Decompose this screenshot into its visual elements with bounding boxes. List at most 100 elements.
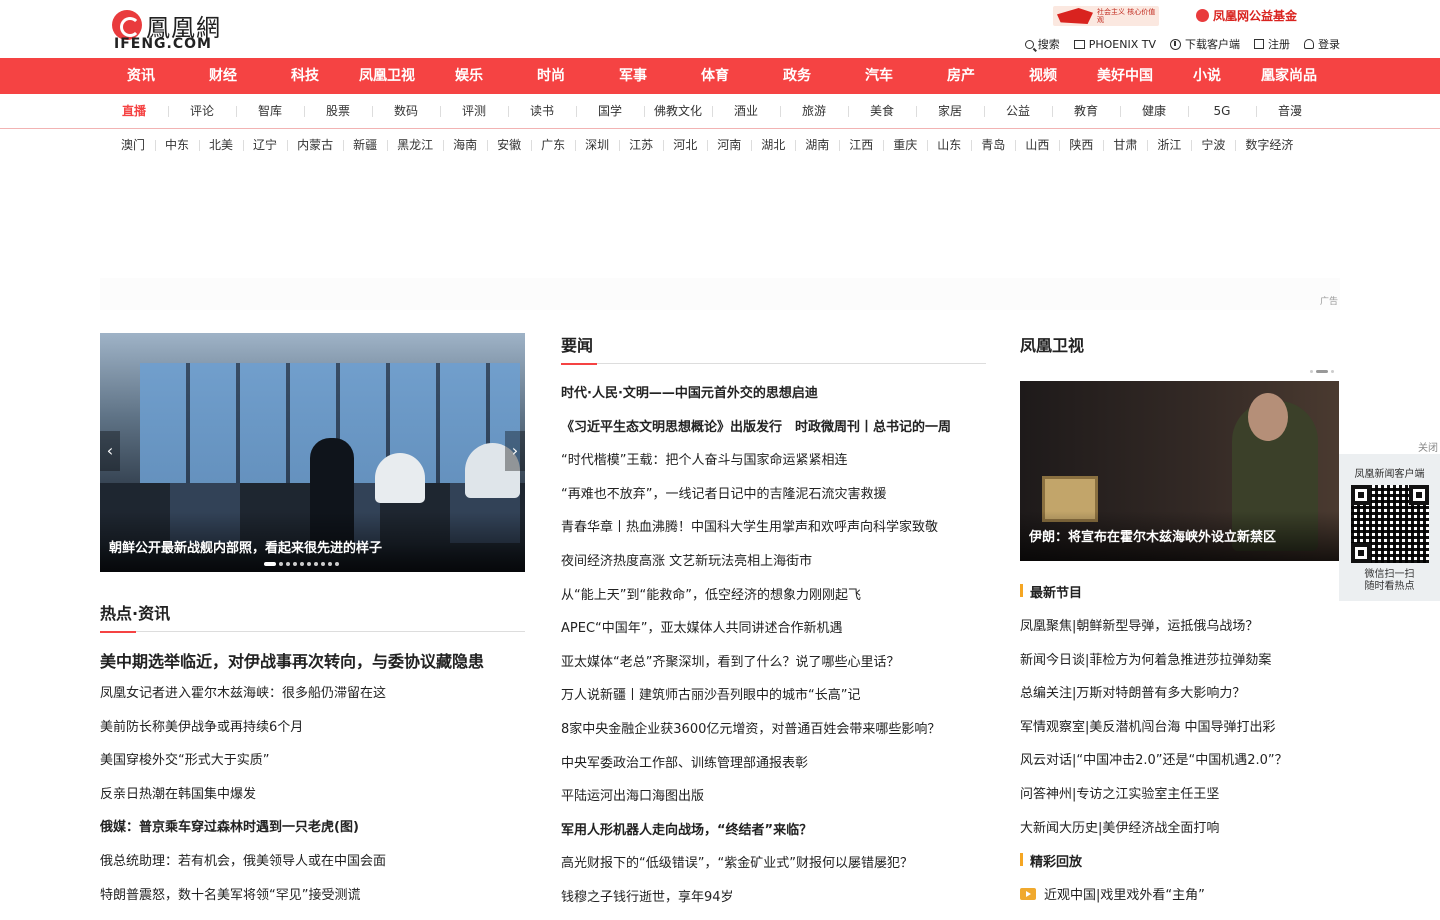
sub-nav-item[interactable]: 5G (1188, 94, 1256, 128)
phoenix-tv-video[interactable]: 伊朗：将宣布在霍尔木兹海峡外设立新禁区 (1020, 381, 1339, 561)
main-nav-item[interactable]: 汽车 (838, 58, 920, 94)
news-item[interactable]: 总编关注|万斯对特朗普有多大影响力？ (1020, 682, 1339, 716)
news-item[interactable]: APEC“中国年”，亚太媒体人共同讲述合作新机遇 (561, 617, 986, 651)
sub-nav-item[interactable]: 数码 (372, 94, 440, 128)
replay-item[interactable]: 近观中国|戏里戏外看“主角” (1020, 884, 1339, 918)
sub-nav-item[interactable]: 旅游 (780, 94, 848, 128)
news-item[interactable]: 特朗普震怒，数十名美军将领“罕见”接受测谎 (100, 884, 525, 918)
news-item[interactable]: 凤凰女记者进入霍尔木兹海峡：很多船仍滞留在这 (100, 682, 525, 716)
news-item[interactable]: 新闻今日谈|菲检方为何着急推进莎拉弹劾案 (1020, 649, 1339, 683)
sub-nav-item[interactable]: 评测 (440, 94, 508, 128)
sub-nav-item[interactable]: 读书 (508, 94, 576, 128)
carousel-dot-active[interactable] (1316, 370, 1328, 373)
region-nav-item[interactable]: 中东 (155, 130, 199, 160)
main-nav-item[interactable]: 娱乐 (428, 58, 510, 94)
carousel-dot[interactable] (1331, 370, 1334, 373)
ifeng-logo[interactable]: 鳳凰網 IFENG.COM (112, 8, 242, 54)
core-values-banner[interactable]: 社会主义 核心价值观 (1053, 6, 1159, 26)
sub-nav-item[interactable]: 直播 (100, 94, 168, 128)
region-nav-item[interactable]: 河北 (663, 130, 707, 160)
news-item[interactable]: 从“能上天”到“能救命”，低空经济的想象力刚刚起飞 (561, 584, 986, 618)
news-item[interactable]: 平陆运河出海口海图出版 (561, 785, 986, 819)
news-item[interactable]: 8家中央金融企业获3600亿元增资，对普通百姓会带来哪些影响？ (561, 718, 986, 752)
region-nav-item[interactable]: 黑龙江 (387, 130, 443, 160)
main-nav-item[interactable]: 资讯 (100, 58, 182, 94)
toolbar-item-tv[interactable]: PHOENIX TV (1073, 36, 1156, 52)
news-item[interactable]: 万人说新疆丨建筑师古丽沙吾列眼中的城市“长高”记 (561, 684, 986, 718)
headline-slider[interactable]: ‹ › 朝鲜公开最新战舰内部照，看起来很先进的样子 (100, 333, 525, 572)
main-nav-item[interactable]: 美好中国 (1084, 58, 1166, 94)
sub-nav-item[interactable]: 家居 (916, 94, 984, 128)
news-item[interactable]: 军情观察室|美反潜机闯台海 中国导弹打出彩 (1020, 716, 1339, 750)
charity-fund-link[interactable]: 凤凰网公益基金 (1196, 7, 1297, 24)
news-item[interactable]: 凤凰聚焦|朝鲜新型导弹，运抵俄乌战场？ (1020, 615, 1339, 649)
slider-dot[interactable] (264, 562, 276, 566)
region-nav-item[interactable]: 江西 (839, 130, 883, 160)
region-nav-item[interactable]: 河南 (707, 130, 751, 160)
region-nav-item[interactable]: 浙江 (1147, 130, 1191, 160)
carousel-dot[interactable] (1310, 370, 1313, 373)
news-item[interactable]: 军用人形机器人走向战场，“终结者”来临？ (561, 819, 986, 853)
region-nav-item[interactable]: 宁波 (1191, 130, 1235, 160)
qr-close-button[interactable]: 关闭 (1339, 439, 1440, 454)
toolbar-item-download[interactable]: 下载客户端 (1170, 36, 1240, 52)
news-item[interactable]: “时代楷模”王载：把个人奋斗与国家命运紧紧相连 (561, 449, 986, 483)
hot-news-lead[interactable]: 美中期选举临近，对伊战事再次转向，与委协议藏隐患 (100, 648, 484, 672)
slider-dot[interactable] (279, 562, 283, 566)
slider-dot[interactable] (321, 562, 325, 566)
news-item[interactable]: “再难也不放弃”，一线记者日记中的吉隆泥石流灾害救援 (561, 483, 986, 517)
region-nav-item[interactable]: 广东 (531, 130, 575, 160)
region-nav-item[interactable]: 山西 (1015, 130, 1059, 160)
main-nav-item[interactable]: 体育 (674, 58, 756, 94)
region-nav-item[interactable]: 安徽 (487, 130, 531, 160)
news-item[interactable]: 钱穆之子钱行逝世，享年94岁 (561, 886, 986, 920)
toolbar-item-register[interactable]: 注册 (1254, 36, 1290, 52)
news-item[interactable]: 俄媒：普京乘车穿过森林时遇到一只老虎(图) (100, 816, 525, 850)
news-item[interactable]: 高光财报下的“低级错误”，“紫金矿业式”财报何以屡错屡犯？ (561, 852, 986, 886)
main-nav-item[interactable]: 科技 (264, 58, 346, 94)
main-nav-item[interactable]: 财经 (182, 58, 264, 94)
ad-banner[interactable]: 广告 (100, 278, 1340, 310)
main-nav-item[interactable]: 小说 (1166, 58, 1248, 94)
news-item[interactable]: 《习近平生态文明思想概论》出版发行 时政微周刊丨总书记的一周 (561, 416, 986, 450)
region-nav-item[interactable]: 重庆 (883, 130, 927, 160)
region-nav-item[interactable]: 湖北 (751, 130, 795, 160)
slider-caption[interactable]: 朝鲜公开最新战舰内部照，看起来很先进的样子 (109, 537, 382, 556)
sub-nav-item[interactable]: 股票 (304, 94, 372, 128)
sub-nav-item[interactable]: 健康 (1120, 94, 1188, 128)
region-nav-item[interactable]: 澳门 (111, 130, 155, 160)
region-nav-item[interactable]: 北美 (199, 130, 243, 160)
sub-nav-item[interactable]: 智库 (236, 94, 304, 128)
news-item[interactable]: 中央军委政治工作部、训练管理部通报表彰 (561, 752, 986, 786)
main-nav-item[interactable]: 房产 (920, 58, 1002, 94)
main-nav-item[interactable]: 凤凰卫视 (346, 58, 428, 94)
region-nav-item[interactable]: 青岛 (971, 130, 1015, 160)
news-item[interactable]: 俄总统助理：若有机会，俄美领导人或在中国会面 (100, 850, 525, 884)
sub-nav-item[interactable]: 评论 (168, 94, 236, 128)
slider-next-button[interactable]: › (505, 431, 525, 471)
news-item[interactable]: 夜间经济热度高涨 文艺新玩法亮相上海街市 (561, 550, 986, 584)
toolbar-item-search[interactable]: 搜索 (1024, 36, 1060, 52)
slider-dot[interactable] (300, 562, 304, 566)
news-item[interactable]: 青春华章丨热血沸腾！中国科大学生用掌声和欢呼声向科学家致敬 (561, 516, 986, 550)
region-nav-item[interactable]: 新疆 (343, 130, 387, 160)
sub-nav-item[interactable]: 音漫 (1256, 94, 1324, 128)
video-caption[interactable]: 伊朗：将宣布在霍尔木兹海峡外设立新禁区 (1029, 526, 1276, 545)
region-nav-item[interactable]: 陕西 (1059, 130, 1103, 160)
sub-nav-item[interactable]: 酒业 (712, 94, 780, 128)
sub-nav-item[interactable]: 国学 (576, 94, 644, 128)
sub-nav-item[interactable]: 教育 (1052, 94, 1120, 128)
sub-nav-item[interactable]: 佛教文化 (644, 94, 712, 128)
main-nav-item[interactable]: 视频 (1002, 58, 1084, 94)
main-nav-item[interactable]: 时尚 (510, 58, 592, 94)
news-item[interactable]: 大新闻大历史|美伊经济战全面打响 (1020, 817, 1339, 851)
region-nav-item[interactable]: 内蒙古 (287, 130, 343, 160)
main-nav-item[interactable]: 政务 (756, 58, 838, 94)
main-nav-item[interactable]: 军事 (592, 58, 674, 94)
region-nav-item[interactable]: 江苏 (619, 130, 663, 160)
region-nav-item[interactable]: 辽宁 (243, 130, 287, 160)
news-item[interactable]: 美国穿梭外交“形式大于实质” (100, 749, 525, 783)
region-nav-item[interactable]: 海南 (443, 130, 487, 160)
region-nav-item[interactable]: 数字经济 (1235, 130, 1303, 160)
slider-dot[interactable] (314, 562, 318, 566)
